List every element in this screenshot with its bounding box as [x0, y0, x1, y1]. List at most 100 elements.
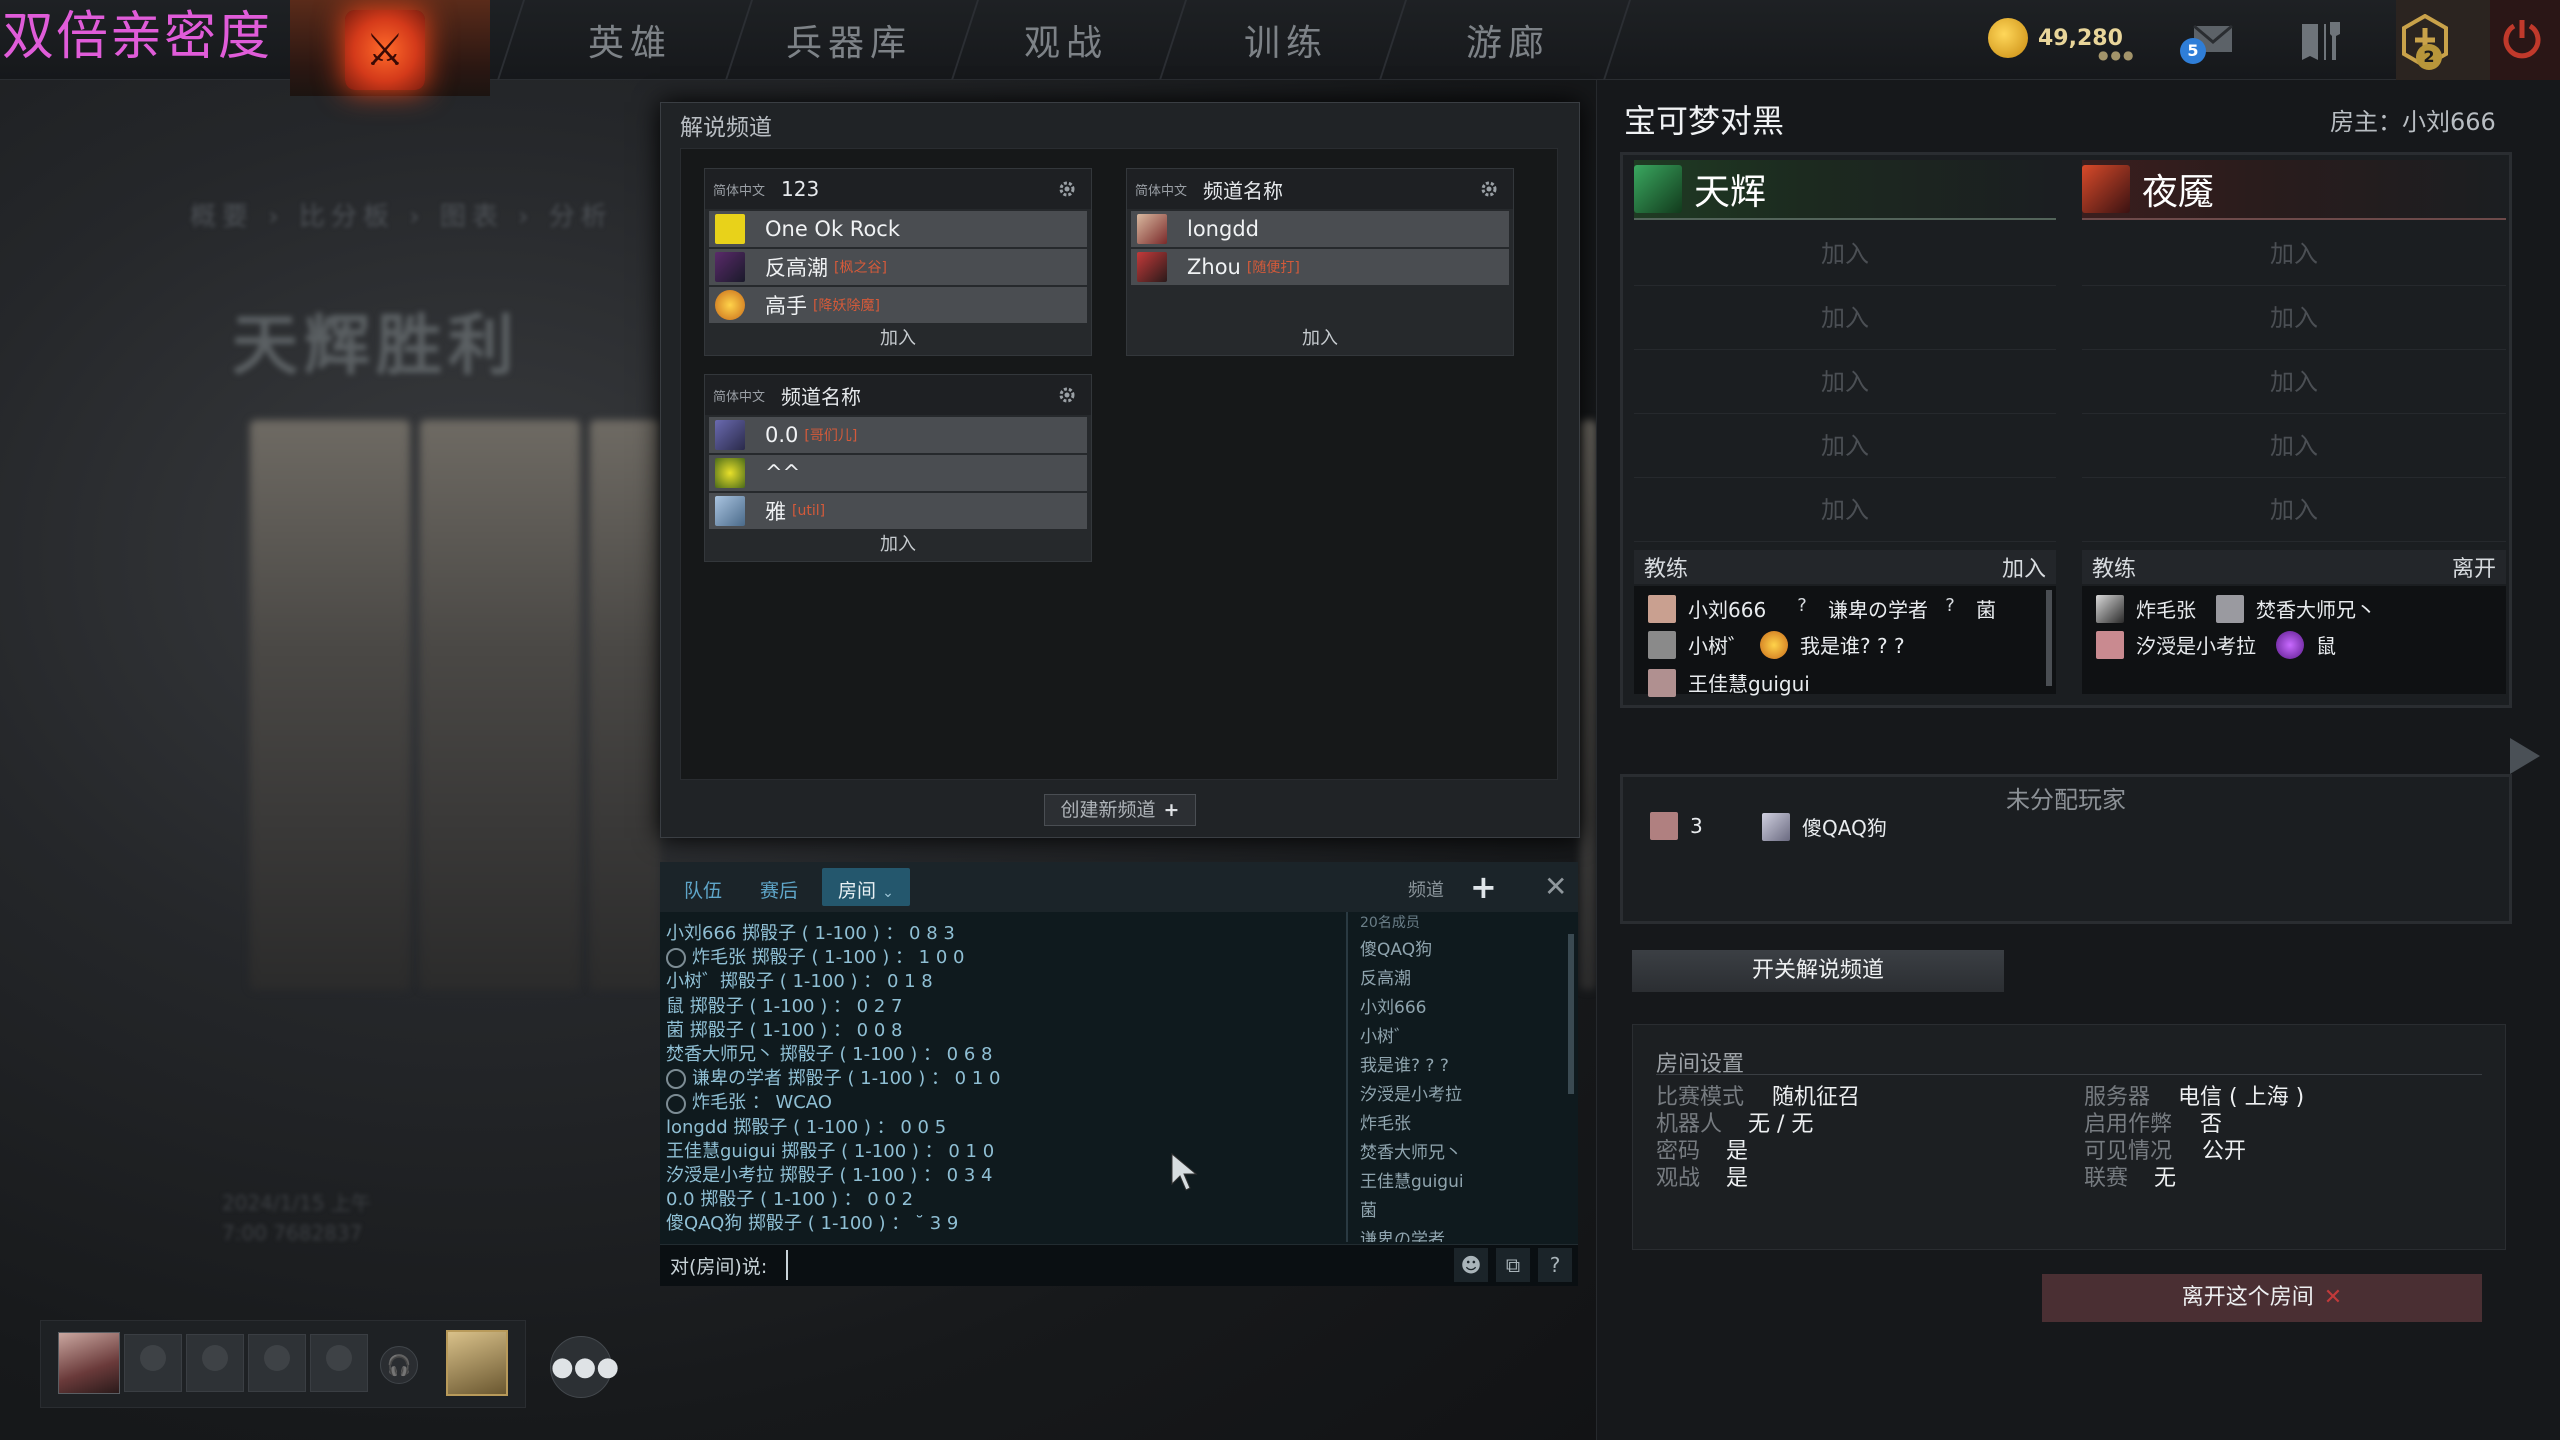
tab-party[interactable]: 队伍 [684, 876, 722, 903]
radiant-join-slot[interactable]: 加入 [1634, 414, 2056, 478]
member-name: One Ok Rock [765, 217, 901, 241]
toggle-commentary-button[interactable]: 开关解说频道 [1632, 950, 2004, 992]
channel-header: 简体中文 频道名称 [1127, 169, 1513, 209]
chat-channel-button[interactable]: 频道 [1408, 876, 1444, 902]
member-tag: [降妖除魔] [813, 298, 880, 314]
channel-member-row[interactable]: 高手 [降妖除魔] [709, 287, 1087, 323]
avatar [2216, 594, 2244, 623]
spectator-player[interactable]: 炸毛张 [2096, 594, 2196, 623]
radiant-coach-join-button[interactable]: 加入 [2002, 551, 2046, 583]
unassigned-player[interactable]: 3 [1650, 812, 1703, 840]
channel-empty-row [1131, 287, 1509, 323]
chat-log[interactable]: 小刘666 掷骰子 ( 1-100 ) ： 0 8 3 炸毛张 掷骰子 ( 1-1… [666, 922, 1342, 1242]
chevron-down-icon: ⌄ [882, 885, 894, 901]
dire-join-slot[interactable]: 加入 [2082, 222, 2506, 286]
channel-join-button[interactable]: 加入 [705, 323, 1091, 355]
chat-message: 谦卑の学者 掷骰子 ( 1-100 ) ： 0 1 0 [666, 1067, 1342, 1091]
channel-join-button[interactable]: 加入 [705, 529, 1091, 561]
party-invite-slot[interactable] [248, 1334, 306, 1392]
member-list-item[interactable]: 汐涭是小考拉 [1360, 1081, 1570, 1110]
tab-postgame[interactable]: 赛后 [760, 876, 798, 903]
unassigned-player[interactable]: 傻QAQ狗 [1762, 812, 1887, 841]
leave-room-button[interactable]: 离开这个房间 ✕ [2042, 1274, 2482, 1322]
chat-input[interactable] [786, 1250, 1446, 1280]
member-scrollbar[interactable] [1568, 934, 1574, 1094]
dire-coach-leave-button[interactable]: 离开 [2452, 551, 2496, 583]
screenshot-icon[interactable]: ⧉ [1496, 1248, 1530, 1282]
member-list-item[interactable]: 炸毛张 [1360, 1110, 1570, 1139]
party-invite-slot[interactable] [124, 1334, 182, 1392]
avatar [2096, 594, 2124, 623]
add-channel-icon[interactable]: + [1470, 868, 1497, 906]
member-list-item[interactable]: 焚香大师兄丶 [1360, 1139, 1570, 1168]
play-arrow-icon[interactable] [2510, 738, 2540, 774]
avatar [1760, 630, 1788, 659]
nav-armory[interactable]: 兵器库 [786, 14, 912, 66]
member-list-item[interactable]: 小树゛ [1360, 1023, 1570, 1052]
party-group-icon[interactable]: ●●● [550, 1336, 619, 1398]
channel-card: 简体中文 123 One Ok Rock 反高潮 [枫之谷] 高手 [降妖除魔]… [704, 168, 1092, 356]
close-icon[interactable]: ✕ [1544, 870, 1567, 903]
radiant-join-slot[interactable]: 加入 [1634, 286, 2056, 350]
gear-icon[interactable] [1057, 385, 1077, 405]
help-icon[interactable]: ? [1538, 1248, 1572, 1282]
spectator-player[interactable]: ? 谦卑の学者 [1788, 594, 1928, 623]
spectator-player[interactable]: 我是谁? ? ? [1760, 630, 1905, 659]
create-channel-button[interactable]: 创建新频道 + [1044, 794, 1196, 826]
party-invite-slot[interactable] [310, 1334, 368, 1392]
dire-join-slot[interactable]: 加入 [2082, 414, 2506, 478]
nav-arcade[interactable]: 游廊 [1466, 14, 1550, 66]
setting-visibility: 可见情况 公开 [2084, 1139, 2247, 1164]
member-list-item[interactable]: 谦卑の学者 [1360, 1226, 1570, 1242]
channel-member-row[interactable]: Zhou [随便打] [1131, 249, 1509, 285]
chat-message: 鼠 掷骰子 ( 1-100 ) ： 0 2 7 [666, 995, 903, 1017]
nav-heroes[interactable]: 英雄 [588, 14, 672, 66]
nav-learn[interactable]: 训练 [1244, 14, 1328, 66]
nav-watch[interactable]: 观战 [1024, 14, 1108, 66]
channel-name: 频道名称 [781, 384, 862, 409]
chat-message: 菌 掷骰子 ( 1-100 ) ： 0 0 8 [666, 1019, 903, 1041]
gear-icon[interactable] [1479, 179, 1499, 199]
channel-member-row[interactable]: 雅 [util] [709, 493, 1087, 529]
spectator-player[interactable]: 鼠 [2276, 630, 2336, 659]
channel-member-row[interactable]: One Ok Rock [709, 211, 1087, 247]
radiant-spectator-scrollbar[interactable] [2046, 590, 2052, 686]
rank-medal-icon[interactable] [446, 1330, 508, 1396]
inventory-icon[interactable] [2296, 16, 2346, 66]
background-breadcrumb: 概要 › 比分板 › 图表 › 分析 [190, 202, 613, 232]
party-invite-slot[interactable] [186, 1334, 244, 1392]
channel-member-row[interactable]: 0.0 [哥们儿] [709, 417, 1087, 453]
channel-member-row[interactable]: longdd [1131, 211, 1509, 247]
setting-bots: 机器人无 / 无 [1656, 1112, 1814, 1137]
headset-icon[interactable]: 🎧 [380, 1346, 418, 1384]
spectator-player[interactable]: 汐涭是小考拉 [2096, 630, 2256, 659]
radiant-join-slot[interactable]: 加入 [1634, 350, 2056, 414]
emoji-icon[interactable]: ☻ [1454, 1248, 1488, 1282]
spectator-player[interactable]: ? 菌 [1936, 594, 1996, 623]
spectator-player[interactable]: 小树゛ [1648, 630, 1748, 659]
spectator-player[interactable]: 焚香大师兄丶 [2216, 594, 2376, 623]
spectator-player[interactable]: 小刘666 [1648, 594, 1766, 623]
channel-join-button[interactable]: 加入 [1127, 323, 1513, 355]
dire-join-slot[interactable]: 加入 [2082, 350, 2506, 414]
gold-progress-dots: ●●● [2098, 48, 2136, 62]
member-list-item[interactable]: 反高潮 [1360, 965, 1570, 994]
spectator-player[interactable]: 王佳慧guigui [1648, 668, 1810, 697]
member-count: 20名成员 [1360, 915, 1420, 931]
dota-logo-icon[interactable]: ⚔ [345, 10, 425, 90]
member-list-item[interactable]: 我是谁? ? ? [1360, 1052, 1570, 1081]
player-silhouette-icon [264, 1345, 290, 1371]
member-list-item[interactable]: 王佳慧guigui [1360, 1168, 1570, 1197]
player-avatar[interactable] [58, 1332, 120, 1394]
gear-icon[interactable] [1057, 179, 1077, 199]
member-list-item[interactable]: 小刘666 [1360, 994, 1570, 1023]
member-list-item[interactable]: 傻QAQ狗 [1360, 936, 1570, 965]
member-list-item[interactable]: 菌 [1360, 1197, 1570, 1226]
member-list[interactable]: 傻QAQ狗 反高潮 小刘666 小树゛ 我是谁? ? ? 汐涭是小考拉 炸毛张 焚香大师兄丶王… [1360, 936, 1570, 1242]
dire-join-slot[interactable]: 加入 [2082, 286, 2506, 350]
dire-join-slot[interactable]: 加入 [2082, 478, 2506, 542]
channel-member-row[interactable]: 反高潮 [枫之谷] [709, 249, 1087, 285]
radiant-join-slot[interactable]: 加入 [1634, 478, 2056, 542]
radiant-join-slot[interactable]: 加入 [1634, 222, 2056, 286]
channel-member-row[interactable]: ^^ [709, 455, 1087, 491]
